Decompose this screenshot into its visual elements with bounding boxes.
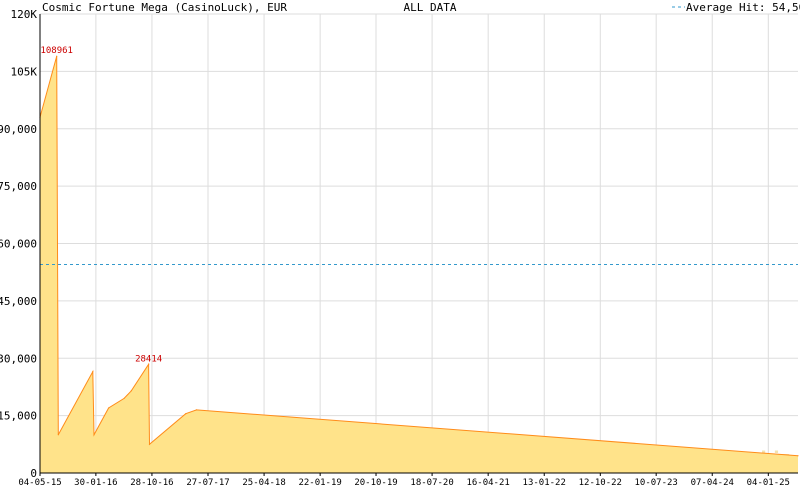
x-tick-label: 16-04-21 [466, 478, 509, 488]
x-tick-label: 10-07-23 [634, 478, 677, 488]
data-point [797, 455, 799, 457]
x-tick-label: 27-07-17 [186, 478, 229, 488]
peak-value-label: 108961 [40, 46, 73, 56]
data-point [130, 390, 132, 392]
average-label: Average Hit: [686, 1, 765, 14]
peak-value-label: 28414 [135, 354, 162, 364]
chart-header: Cosmic Fortune Mega (CasinoLuck), EUR AL… [42, 1, 800, 14]
y-tick-label: 105K [11, 65, 38, 78]
chart-subtitle: ALL DATA [404, 1, 457, 14]
data-point [185, 413, 187, 415]
average-value: 54,507 [772, 1, 800, 14]
x-tick-label: 30-01-16 [74, 478, 117, 488]
y-tick-label: 75,000 [0, 180, 37, 193]
x-tick-label: 20-10-19 [354, 478, 397, 488]
y-tick-label: 30,000 [0, 352, 37, 365]
data-point [148, 443, 151, 445]
y-tick-label: 15,000 [0, 410, 37, 423]
jackpot-history-chart: Online-Jackpots.biz 015,00030,00045,0006… [0, 1, 800, 488]
y-tick-label: 90,000 [0, 123, 37, 136]
x-tick-label: 12-10-22 [579, 478, 622, 488]
x-tick-label: 25-04-18 [242, 478, 285, 488]
x-tick-label: 28-10-16 [130, 478, 173, 488]
data-point [93, 434, 95, 436]
data-point [108, 407, 110, 409]
y-tick-label: 60,000 [0, 238, 37, 251]
data-point [92, 371, 94, 373]
average-legend-label: Average Hit: 54,507 [686, 1, 800, 14]
data-point [195, 409, 198, 411]
x-tick-label: 22-01-19 [298, 478, 341, 488]
data-point [57, 434, 59, 436]
x-tick-label: 07-04-24 [691, 478, 734, 488]
chart-title: Cosmic Fortune Mega (CasinoLuck), EUR [42, 1, 287, 14]
x-tick-label: 18-07-20 [410, 478, 453, 488]
x-tick-label: 04-05-15 [18, 478, 61, 488]
x-tick-label: 13-01-22 [523, 478, 566, 488]
y-tick-label: 45,000 [0, 295, 37, 308]
x-tick-label: 04-01-25 [747, 478, 790, 488]
y-tick-label: 120K [11, 8, 38, 21]
data-point [123, 397, 125, 400]
